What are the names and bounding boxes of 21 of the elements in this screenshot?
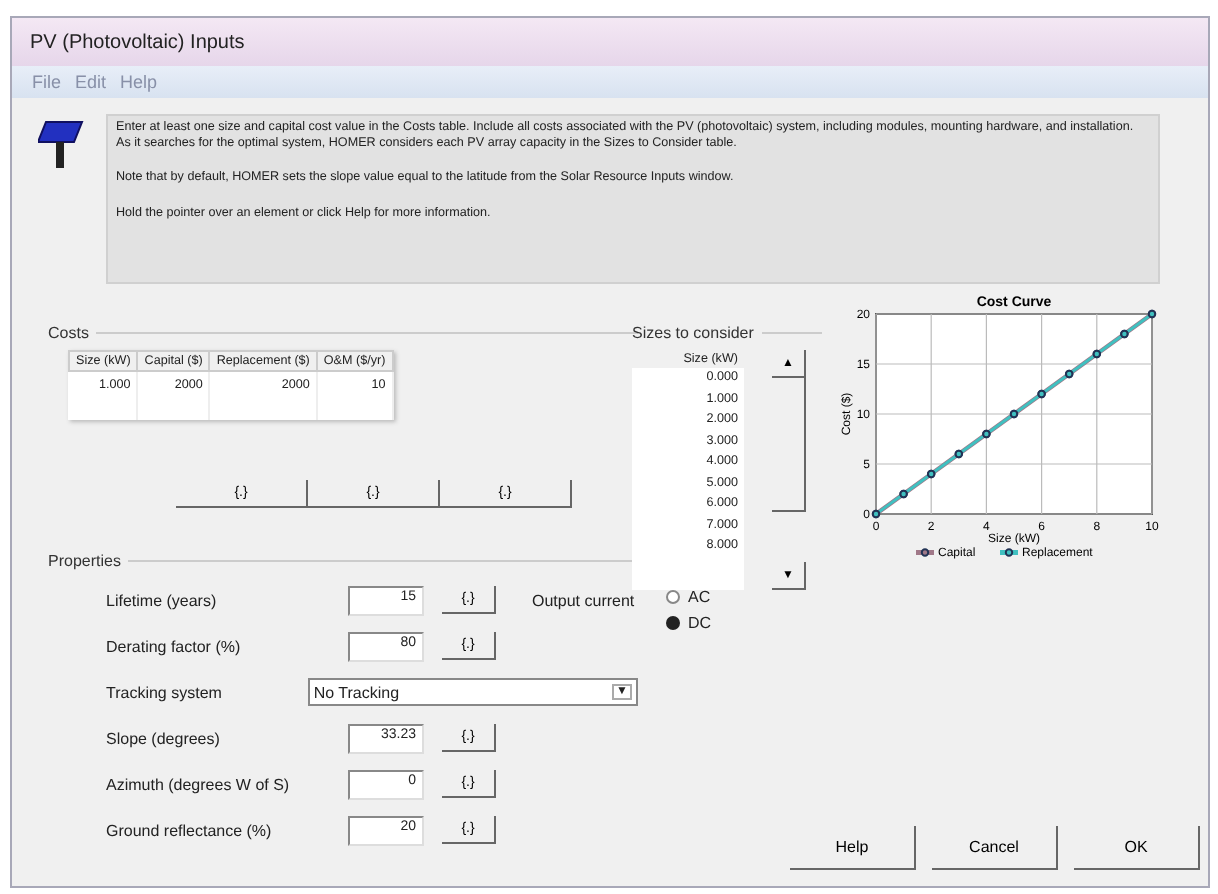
radio-label: DC <box>688 614 712 632</box>
group-label: Costs <box>48 324 89 342</box>
dialog-button[interactable]: OK <box>1074 826 1200 870</box>
field-label: Output current <box>532 591 635 609</box>
solar-panel-icon <box>38 118 86 170</box>
dialog-button[interactable]: Cancel <box>932 826 1058 870</box>
field-label: Azimuth (degrees W of S) <box>106 775 292 793</box>
field-label: Tracking system <box>106 683 224 701</box>
field-label: Lifetime (years) <box>106 591 219 609</box>
legend-swatch <box>1000 548 1018 557</box>
radio-button[interactable] <box>666 616 680 630</box>
legend-swatch <box>916 548 934 557</box>
field-label: Derating factor (%) <box>106 637 243 655</box>
group-label: Properties <box>48 552 121 570</box>
radio-label: AC <box>688 588 711 606</box>
group-label: Sizes to consider <box>632 324 754 342</box>
window-title: PV (Photovoltaic) Inputs <box>30 31 245 53</box>
radio-button[interactable] <box>666 590 680 604</box>
field-label: Slope (degrees) <box>106 729 222 747</box>
dialog-button[interactable]: Help <box>790 826 916 870</box>
field-label: Ground reflectance (%) <box>106 821 274 839</box>
